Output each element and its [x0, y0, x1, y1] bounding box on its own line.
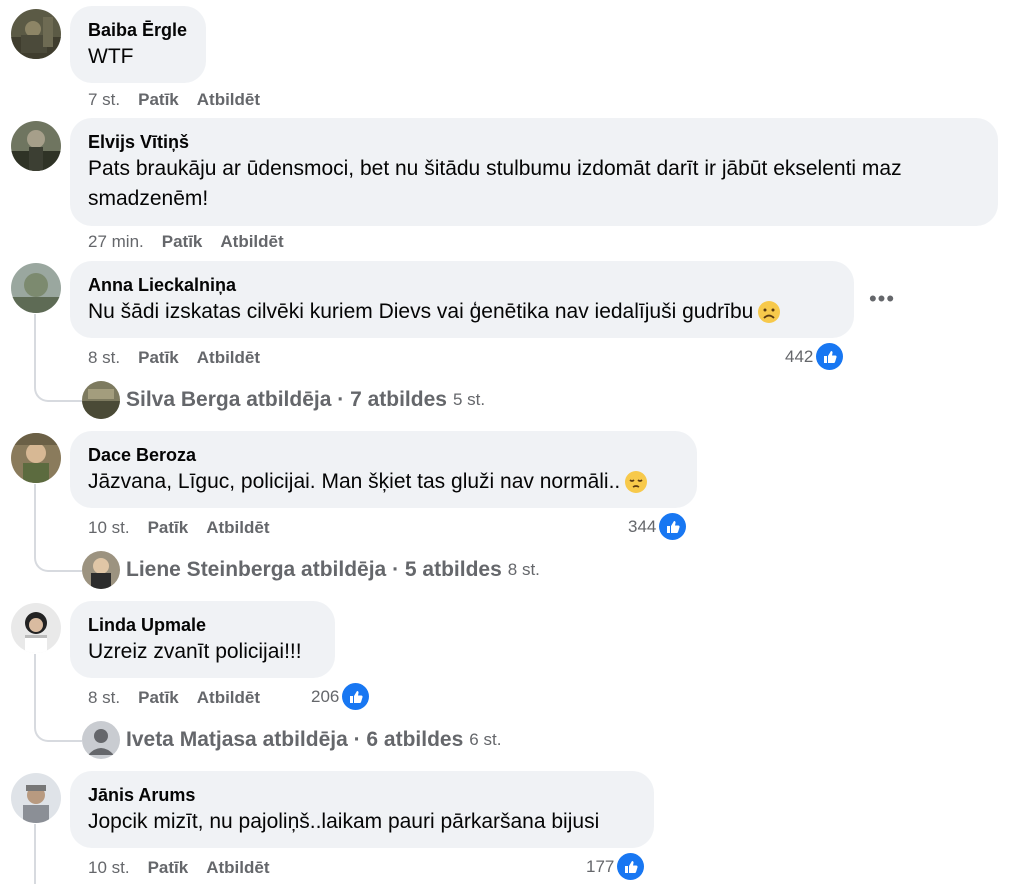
avatar[interactable] — [11, 603, 61, 653]
comment-actions: 8 st. Patīk Atbildēt — [88, 347, 260, 369]
reply-avatar — [82, 381, 120, 419]
thumbs-up-icon — [617, 853, 645, 880]
comment-bubble: Elvijs Vītiņš Pats braukāju ar ūdensmoci… — [70, 118, 998, 226]
comment-bubble: Dace Beroza Jāzvana, Līguc, policijai. M… — [70, 431, 697, 508]
comment-text: Jopcik mizīt, nu pajoliņš..laikam pauri … — [88, 810, 600, 833]
reply-button[interactable]: Atbildēt — [197, 347, 260, 369]
thread-line — [34, 824, 36, 884]
comment-author[interactable]: Linda Upmale — [88, 613, 317, 637]
comment-bubble: Baiba Ērgle WTF — [70, 6, 206, 83]
comment-author[interactable]: Baiba Ērgle — [88, 18, 188, 42]
thread-connector — [34, 376, 82, 402]
comment-time[interactable]: 7 st. — [88, 89, 120, 111]
comment-time[interactable]: 10 st. — [88, 517, 130, 539]
comment-author[interactable]: Anna Lieckalniņa — [88, 273, 836, 297]
comment-text: Jāzvana, Līguc, policijai. Man šķiet tas… — [88, 467, 679, 497]
reply-avatar — [82, 551, 120, 589]
frowning-face-icon — [758, 301, 781, 324]
more-options-button[interactable]: ••• — [864, 281, 900, 317]
view-replies-link[interactable]: Iveta Matjasa atbildēja · 6 atbildes 6 s… — [82, 721, 501, 759]
thread-line — [34, 484, 36, 548]
comment-text-content: Jāzvana, Līguc, policijai. Man šķiet tas… — [88, 470, 621, 493]
thread-connector — [34, 716, 82, 742]
reply-button[interactable]: Atbildēt — [197, 687, 260, 709]
comment-time[interactable]: 27 min. — [88, 231, 144, 253]
reply-button[interactable]: Atbildēt — [220, 231, 283, 253]
reply-time: 6 st. — [469, 730, 502, 749]
thumbs-up-icon — [659, 513, 687, 540]
reply-time: 5 st. — [452, 390, 486, 409]
comment-time[interactable]: 8 st. — [88, 347, 120, 369]
thumbs-up-icon — [816, 343, 844, 370]
comment-author[interactable]: Jānis Arums — [88, 783, 636, 807]
like-button[interactable]: Patīk — [138, 687, 179, 709]
comment-author[interactable]: Dace Beroza — [88, 443, 679, 467]
like-button[interactable]: Patīk — [162, 231, 203, 253]
comment-actions: 10 st. Patīk Atbildēt — [88, 857, 270, 879]
like-button[interactable]: Patīk — [138, 89, 179, 111]
comment-time[interactable]: 8 st. — [88, 687, 120, 709]
avatar[interactable] — [11, 773, 61, 823]
avatar[interactable] — [11, 433, 61, 483]
more-horizontal-icon: ••• — [868, 286, 896, 311]
reply-button[interactable]: Atbildēt — [197, 89, 260, 111]
reply-button[interactable]: Atbildēt — [206, 517, 269, 539]
reaction-summary[interactable]: 206 — [311, 683, 370, 710]
comment-actions: 27 min. Patīk Atbildēt — [88, 231, 284, 253]
comment-text: Uzreiz zvanīt policijai!!! — [88, 640, 302, 663]
view-replies-link[interactable]: Liene Steinberga atbildēja · 5 atbildes … — [82, 551, 540, 589]
comment-actions: 10 st. Patīk Atbildēt — [88, 517, 270, 539]
reply-time: 8 st. — [507, 560, 540, 579]
comment-time[interactable]: 10 st. — [88, 857, 130, 879]
reaction-summary[interactable]: 177 — [586, 853, 645, 880]
like-button[interactable]: Patīk — [138, 347, 179, 369]
reaction-count: 442 — [785, 346, 814, 366]
replies-summary[interactable]: Iveta Matjasa atbildēja · 6 atbildes — [126, 728, 463, 752]
view-replies-link[interactable]: Silva Berga atbildēja · 7 atbildes 5 st. — [82, 381, 485, 419]
thread-line — [34, 314, 36, 378]
comment-actions: 7 st. Patīk Atbildēt — [88, 89, 260, 111]
avatar[interactable] — [11, 9, 61, 59]
reaction-summary[interactable]: 442 — [785, 343, 844, 370]
comment-bubble: Jānis Arums Jopcik mizīt, nu pajoliņš..l… — [70, 771, 654, 848]
comment-text: Pats braukāju ar ūdensmoci, bet nu šitād… — [88, 157, 902, 210]
like-button[interactable]: Patīk — [148, 517, 189, 539]
pensive-face-icon — [625, 471, 648, 494]
thread-line — [34, 654, 36, 718]
reaction-count: 177 — [586, 856, 615, 876]
comment-text: WTF — [88, 45, 134, 68]
comment-bubble: Linda Upmale Uzreiz zvanīt policijai!!! — [70, 601, 335, 678]
reply-button[interactable]: Atbildēt — [206, 857, 269, 879]
comment-text-content: Nu šādi izskatas cilvēki kuriem Dievs va… — [88, 300, 754, 323]
replies-summary[interactable]: Silva Berga atbildēja · 7 atbildes — [126, 388, 447, 412]
replies-summary[interactable]: Liene Steinberga atbildēja · 5 atbildes — [126, 558, 502, 582]
reply-avatar — [82, 721, 120, 759]
comment-bubble: Anna Lieckalniņa Nu šādi izskatas cilvēk… — [70, 261, 854, 338]
avatar[interactable] — [11, 121, 61, 171]
comment-actions: 8 st. Patīk Atbildēt — [88, 687, 260, 709]
comment-author[interactable]: Elvijs Vītiņš — [88, 130, 980, 154]
reaction-summary[interactable]: 344 — [628, 513, 687, 540]
thumbs-up-icon — [342, 683, 370, 710]
reaction-count: 344 — [628, 516, 657, 536]
thread-connector — [34, 546, 82, 572]
avatar[interactable] — [11, 263, 61, 313]
reaction-count: 206 — [311, 686, 340, 706]
like-button[interactable]: Patīk — [148, 857, 189, 879]
comment-text: Nu šādi izskatas cilvēki kuriem Dievs va… — [88, 297, 836, 327]
